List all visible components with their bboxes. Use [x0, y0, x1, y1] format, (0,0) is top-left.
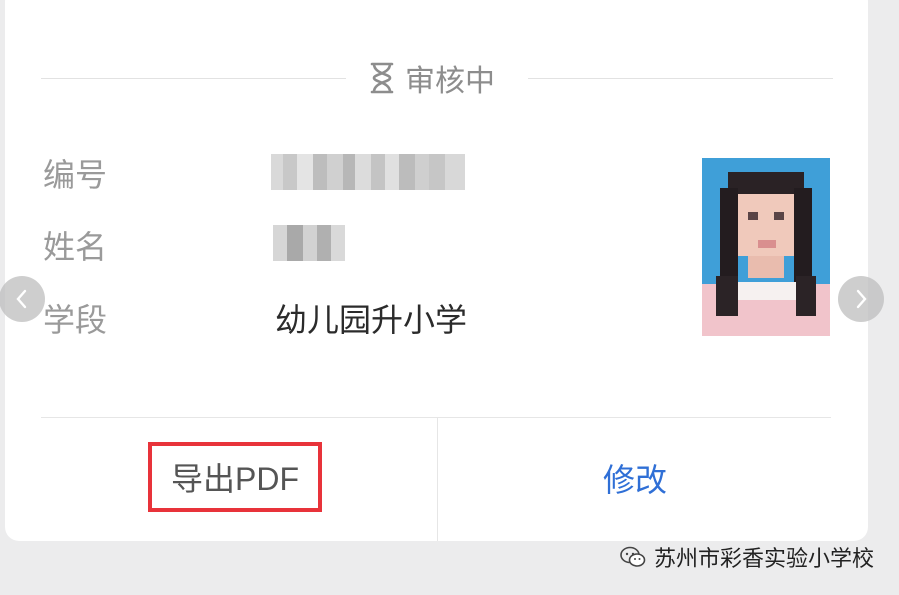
- field-label-stage: 学段: [43, 301, 108, 339]
- chevron-left-icon: [16, 289, 27, 309]
- next-arrow-button[interactable]: [838, 276, 884, 322]
- watermark: 苏州市彩香实验小学校: [620, 540, 874, 574]
- chevron-right-icon: [856, 289, 867, 309]
- hourglass-icon: [370, 62, 394, 94]
- field-value-stage: 幼儿园升小学: [275, 301, 468, 339]
- applicant-photo: [702, 158, 830, 336]
- export-pdf-button[interactable]: 导出PDF: [148, 442, 322, 512]
- status-header: 审核中: [41, 58, 833, 99]
- actions-separator: [437, 418, 438, 541]
- field-label-number: 编号: [43, 156, 108, 194]
- field-label-name: 姓名: [43, 228, 108, 266]
- wechat-icon: [620, 546, 646, 567]
- status-divider-left: [41, 78, 346, 79]
- number-value-redacted: [271, 154, 465, 190]
- prev-arrow-button[interactable]: [0, 276, 45, 322]
- status-indicator: 审核中: [369, 58, 495, 99]
- actions-divider: [41, 417, 831, 418]
- status-divider-right: [528, 78, 833, 79]
- watermark-text: 苏州市彩香实验小学校: [654, 547, 875, 572]
- status-text: 审核中: [405, 64, 495, 99]
- name-value-redacted: [273, 225, 345, 261]
- edit-button[interactable]: 修改: [560, 450, 710, 506]
